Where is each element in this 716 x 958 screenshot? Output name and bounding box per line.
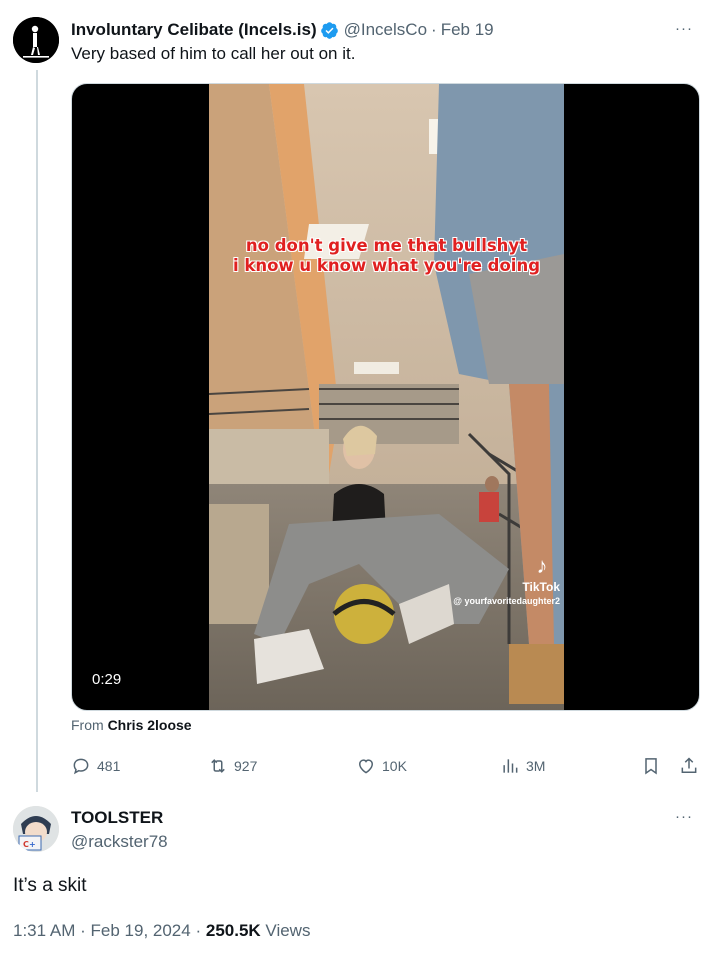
separator: ·: [80, 921, 86, 940]
tweet-metadata: 1:31 AM · Feb 19, 2024 · 250.5K Views: [13, 921, 310, 941]
video-player[interactable]: no don't give me that bullshyt i know u …: [71, 83, 700, 711]
display-name[interactable]: TOOLSTER: [71, 808, 163, 828]
like-count: 10K: [382, 758, 407, 774]
repost-count: 927: [234, 758, 258, 774]
separator: ·: [195, 921, 202, 940]
attribution-user[interactable]: Chris 2loose: [108, 717, 192, 733]
reply-count: 481: [97, 758, 121, 774]
avatar-image: C +: [13, 806, 59, 852]
repost-icon: [211, 759, 225, 773]
tiktok-label: TikTok: [522, 580, 560, 594]
tiktok-icon: ♪: [536, 553, 548, 578]
more-icon[interactable]: ···: [674, 806, 694, 826]
tweet-date[interactable]: Feb 19: [441, 20, 494, 40]
video-frame[interactable]: no don't give me that bullshyt i know u …: [209, 84, 564, 710]
handle[interactable]: @rackster78: [71, 832, 168, 852]
tiktok-username: @ yourfavoritedaughter2: [453, 596, 560, 606]
like-button[interactable]: 10K: [356, 754, 407, 778]
video-still-image: [209, 84, 564, 710]
repost-button[interactable]: 927: [208, 754, 257, 778]
views-icon: [503, 759, 518, 773]
display-name[interactable]: Involuntary Celibate (Incels.is): [71, 20, 317, 40]
caption-line-2: i know u know what you're doing: [232, 256, 541, 275]
share-button[interactable]: [679, 754, 699, 778]
handle[interactable]: @IncelsCo: [344, 20, 427, 40]
views-count: 250.5K: [205, 921, 261, 940]
video-duration: 0:29: [84, 668, 130, 691]
views-label: Views: [265, 921, 311, 940]
avatar[interactable]: [13, 17, 59, 63]
tweet-actions: 481 927 10K 3M: [71, 754, 702, 778]
avatar-logo-icon: [13, 17, 59, 63]
share-icon: [681, 757, 697, 773]
tweet-date[interactable]: Feb 19, 2024: [91, 921, 191, 940]
bookmark-button[interactable]: [641, 754, 661, 778]
tweet-time[interactable]: 1:31 AM: [13, 921, 75, 940]
video-attribution: From Chris 2loose: [71, 717, 192, 733]
svg-text:+: +: [29, 840, 36, 849]
tweet-header: Involuntary Celibate (Incels.is) @Incels…: [71, 18, 696, 42]
tiktok-watermark: ♪ TikTok @ yourfavoritedaughter2: [453, 553, 560, 607]
more-icon[interactable]: ···: [674, 18, 694, 38]
tweet-text: It’s a skit: [13, 875, 87, 896]
views-button[interactable]: 3M: [500, 754, 545, 778]
reply-icon: [73, 758, 89, 775]
verified-icon: [320, 21, 339, 40]
bookmark-icon: [645, 758, 657, 775]
like-icon: [358, 759, 374, 774]
views-count: 3M: [526, 758, 546, 774]
thread-connector-line: [36, 70, 38, 792]
avatar[interactable]: C +: [13, 806, 59, 852]
separator: ·: [431, 20, 437, 39]
reply-button[interactable]: 481: [71, 754, 120, 778]
tweet-text: Very based of him to call her out on it.: [71, 44, 356, 63]
attribution-prefix: From: [71, 717, 104, 733]
video-caption: no don't give me that bullshyt i know u …: [209, 236, 564, 276]
caption-line-1: no don't give me that bullshyt: [245, 236, 528, 255]
